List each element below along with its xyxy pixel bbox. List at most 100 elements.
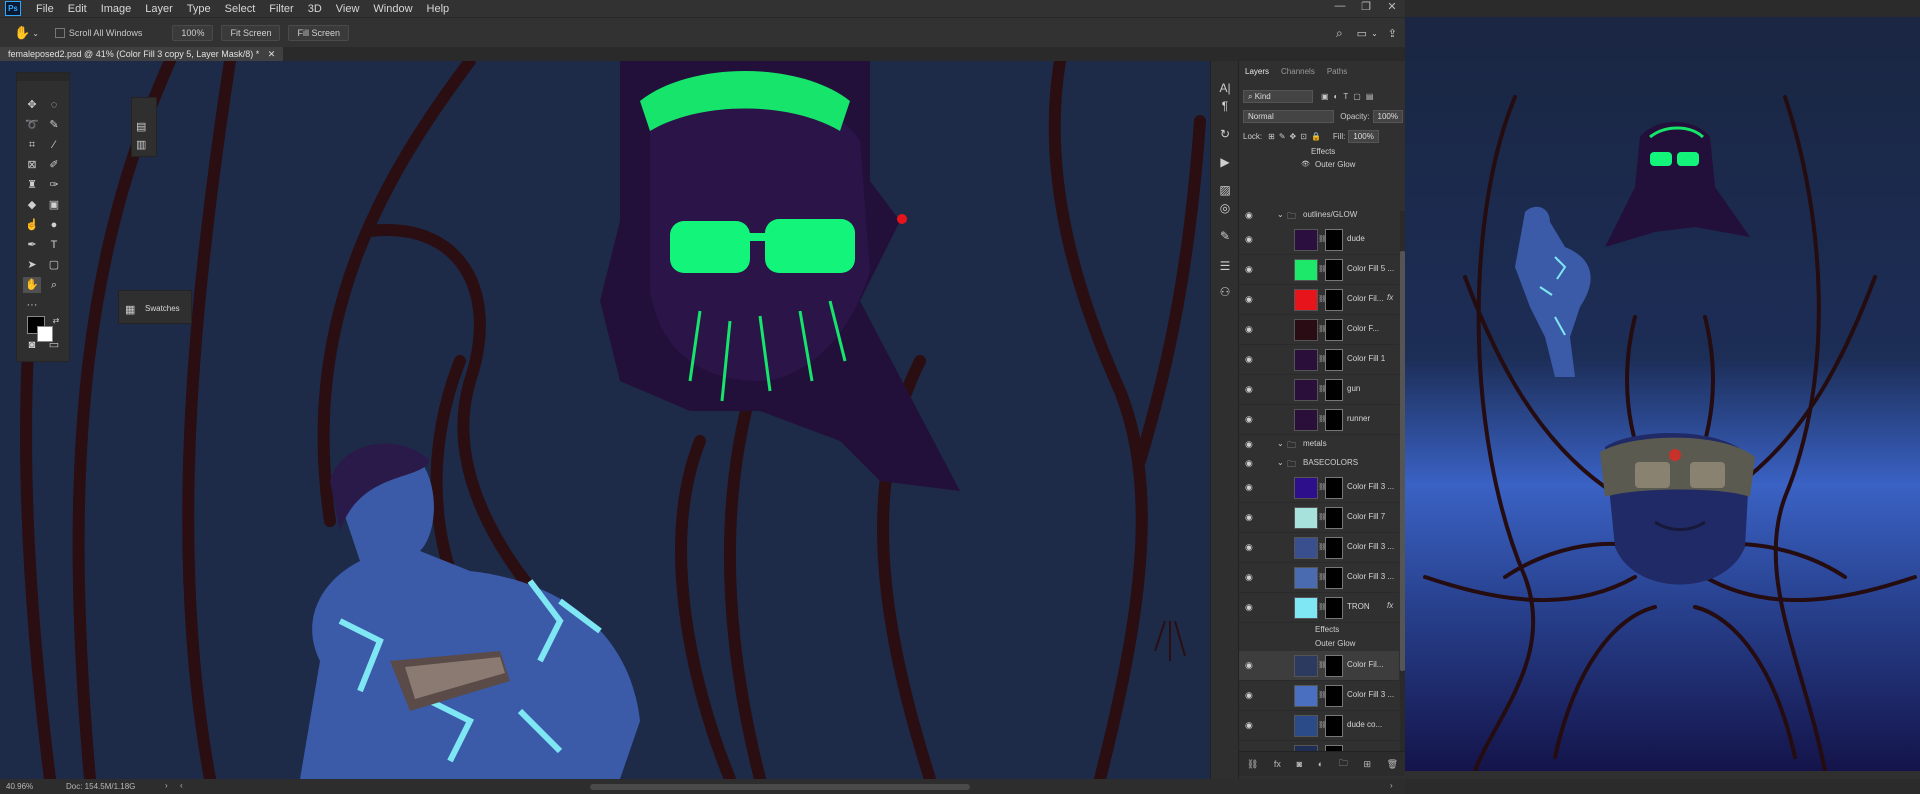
chevron-down-icon[interactable]: ⌄	[1277, 210, 1284, 219]
eye-icon[interactable]: ◉	[1245, 414, 1255, 424]
eye-icon[interactable]: ◉	[1245, 324, 1255, 334]
menu-layer[interactable]: Layer	[138, 3, 180, 15]
effects-row[interactable]: Effects	[1239, 145, 1399, 159]
layer-name[interactable]: Color Fill 3 ...	[1347, 572, 1394, 581]
layer-row[interactable]: ◉ ⛓ Color Fill 3 ...	[1239, 681, 1399, 711]
layer-row[interactable]: ◉⛓dude	[1239, 225, 1399, 255]
layer-effect-row[interactable]: Effects	[1239, 623, 1399, 637]
layer-name[interactable]: Color Fill 3 ...	[1347, 690, 1394, 699]
layer-mask-thumbnail[interactable]	[1325, 715, 1343, 737]
mask-icon[interactable]: ◙	[1297, 759, 1302, 769]
quick-select-tool-icon[interactable]: ✎	[45, 117, 63, 133]
layer-row[interactable]: ◉ ⛓ Color Fill 7	[1239, 503, 1399, 533]
layer-name[interactable]: Color Fill 3 ...	[1347, 482, 1394, 491]
layer-mask-thumbnail[interactable]	[1325, 409, 1343, 431]
document-tab[interactable]: femaleposed2.psd @ 41% (Color Fill 3 cop…	[0, 47, 284, 61]
layer-mask-thumbnail[interactable]	[1325, 319, 1343, 341]
scroll-left-icon[interactable]: ‹	[180, 781, 183, 790]
adjustments-icon[interactable]: ☰	[1215, 257, 1235, 275]
fx-badge[interactable]: fx	[1387, 601, 1393, 610]
chevron-down-icon[interactable]: ⌄	[1277, 439, 1284, 448]
hand-tool-icon[interactable]: ✋	[14, 25, 30, 41]
eraser-tool-icon[interactable]: ◆	[23, 197, 41, 213]
close-tab-icon[interactable]: ✕	[268, 49, 276, 59]
scroll-all-windows-checkbox[interactable]: Scroll All Windows	[54, 28, 142, 38]
menu-3d[interactable]: 3D	[301, 3, 329, 15]
layer-mask-thumbnail[interactable]	[1325, 507, 1343, 529]
history-icon[interactable]: ↻	[1215, 125, 1235, 143]
marquee-tool-icon[interactable]: ◌	[45, 97, 63, 113]
menu-window[interactable]: Window	[366, 3, 419, 15]
layer-thumbnail[interactable]	[1294, 597, 1318, 619]
layer-group-row[interactable]: ◉ ⌄ 🗀 outlines/GLOW	[1239, 206, 1399, 224]
paragraph-icon[interactable]: ¶	[1215, 97, 1235, 115]
shape-tool-icon[interactable]: ▢	[45, 257, 63, 273]
outer-glow-row[interactable]: 👁 Outer Glow	[1239, 158, 1399, 172]
eye-icon[interactable]: ◉	[1245, 542, 1255, 552]
brush-tool-icon[interactable]: ✐	[45, 157, 63, 173]
libraries-icon[interactable]: ▥	[136, 138, 146, 151]
workspace-icon[interactable]: ▭	[1357, 27, 1367, 40]
pen-tool-icon[interactable]: ✒	[23, 237, 41, 253]
group-folder-icon[interactable]: 🗀	[1339, 756, 1348, 772]
layer-row[interactable]: ◉ ⛓ Color Fill 3 ...	[1239, 473, 1399, 503]
quick-mask-icon[interactable]: ◙	[23, 337, 41, 353]
menu-file[interactable]: File	[29, 3, 61, 15]
chevron-down-icon[interactable]: ⌄	[1277, 458, 1284, 467]
layer-thumbnail[interactable]	[1294, 229, 1318, 251]
layer-thumbnail[interactable]	[1294, 259, 1318, 281]
layer-name[interactable]: dude co...	[1347, 720, 1382, 729]
share-icon[interactable]: ⇪	[1388, 27, 1397, 40]
type-tool-icon[interactable]: T	[45, 237, 63, 253]
layer-thumbnail[interactable]	[1294, 507, 1318, 529]
layer-row[interactable]: ◉ ⛓ Color F...	[1239, 315, 1399, 345]
menu-filter[interactable]: Filter	[262, 3, 300, 15]
photoshop-logo-icon[interactable]: Ps	[5, 1, 21, 16]
hand-tool-icon[interactable]: ✋	[23, 277, 41, 293]
layer-thumbnail[interactable]	[1294, 319, 1318, 341]
character-icon[interactable]: A|	[1215, 79, 1235, 97]
layer-row[interactable]: ◉ ⛓ gun	[1239, 375, 1399, 405]
lock-icons[interactable]: ⊞✎✥⊡🔒	[1268, 132, 1325, 141]
layer-row[interactable]: ◉ ⛓ Color Fill 1	[1239, 345, 1399, 375]
layer-thumbnail[interactable]	[1294, 685, 1318, 707]
properties-icon[interactable]: ▤	[136, 120, 146, 133]
layer-mask-thumbnail[interactable]	[1325, 349, 1343, 371]
layer-name[interactable]: runner	[1347, 414, 1370, 423]
eye-icon[interactable]: ◉	[1245, 512, 1255, 522]
eye-icon[interactable]: ◉	[1245, 690, 1255, 700]
fit-screen-button[interactable]: Fit Screen	[221, 25, 281, 41]
layer-mask-thumbnail[interactable]	[1325, 259, 1343, 281]
eye-icon[interactable]: ◉	[1245, 294, 1255, 304]
frame-tool-icon[interactable]: ⊠	[23, 157, 41, 173]
layer-mask-thumbnail[interactable]	[1325, 597, 1343, 619]
layer-mask-thumbnail[interactable]	[1325, 537, 1343, 559]
brush-settings-icon[interactable]: ✎	[1215, 227, 1235, 245]
layer-name[interactable]: dude	[1347, 234, 1365, 243]
tab-channels[interactable]: Channels	[1275, 67, 1321, 82]
gradient-tool-icon[interactable]: ▣	[45, 197, 63, 213]
link-icon[interactable]: ⛓	[1247, 759, 1258, 770]
eyedropper-tool-icon[interactable]: ⁄	[45, 137, 63, 153]
eye-icon[interactable]: ◉	[1245, 482, 1255, 492]
eye-icon[interactable]: ◉	[1245, 660, 1255, 670]
layer-name[interactable]: Color Fill 7	[1347, 512, 1385, 521]
horizontal-scrollbar[interactable]	[590, 784, 970, 790]
dodge-tool-icon[interactable]: ●	[45, 217, 63, 233]
filter-type-icons[interactable]: ▣◐T▢▤	[1321, 92, 1378, 101]
fx-badge[interactable]: fx	[1387, 293, 1393, 302]
image-icon[interactable]: ▨	[1215, 181, 1235, 199]
layer-thumbnail[interactable]	[1294, 379, 1318, 401]
layer-thumbnail[interactable]	[1294, 409, 1318, 431]
menu-edit[interactable]: Edit	[61, 3, 94, 15]
layer-thumbnail[interactable]	[1294, 567, 1318, 589]
swap-colors-icon[interactable]: ⇄	[47, 313, 65, 329]
menu-help[interactable]: Help	[420, 3, 457, 15]
eye-icon[interactable]: ◉	[1245, 234, 1255, 244]
minimize-icon[interactable]: —	[1327, 0, 1353, 13]
screen-mode-icon[interactable]: ▭	[45, 337, 63, 353]
checkbox-box[interactable]	[54, 28, 65, 38]
path-select-tool-icon[interactable]: ➤	[23, 257, 41, 273]
zoom-tool-icon[interactable]: ⌕	[45, 277, 63, 293]
lasso-tool-icon[interactable]: ➰	[23, 117, 41, 133]
